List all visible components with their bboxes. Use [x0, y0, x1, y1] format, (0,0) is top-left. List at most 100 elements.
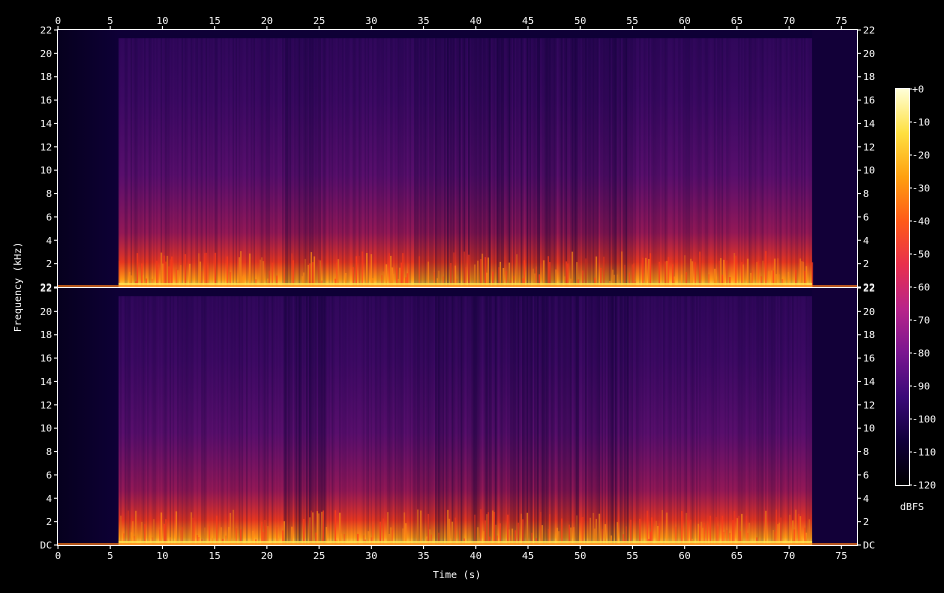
texture-column	[462, 296, 464, 545]
texture-column	[318, 296, 320, 545]
texture-column	[567, 38, 569, 287]
texture-column	[753, 296, 755, 545]
y-tick-label: 14	[40, 377, 52, 388]
texture-column	[403, 38, 406, 287]
texture-column	[508, 296, 511, 545]
texture-column	[789, 296, 791, 545]
texture-column	[703, 38, 706, 287]
texture-column	[525, 296, 527, 545]
energy-column	[526, 512, 529, 545]
colorbar-tick-label: -20	[912, 151, 930, 162]
texture-column	[609, 296, 611, 545]
energy-column	[667, 257, 670, 287]
texture-column	[759, 296, 761, 545]
texture-column	[571, 38, 574, 287]
texture-column	[582, 296, 584, 545]
texture-column	[396, 296, 398, 545]
texture-column	[186, 296, 188, 545]
texture-column	[328, 38, 331, 287]
energy-column	[291, 253, 293, 287]
texture-column	[772, 296, 775, 545]
texture-column	[199, 38, 202, 287]
texture-column	[477, 296, 479, 545]
texture-column	[262, 296, 265, 545]
energy-column	[240, 251, 242, 287]
texture-column	[683, 296, 685, 545]
texture-column	[690, 38, 692, 287]
texture-column	[699, 296, 701, 545]
texture-column	[739, 296, 742, 545]
texture-column	[652, 38, 655, 287]
texture-column	[331, 38, 334, 287]
texture-column	[184, 38, 187, 287]
energy-column	[403, 512, 406, 545]
texture-column	[301, 38, 304, 287]
texture-column	[538, 296, 541, 545]
texture-column	[291, 38, 293, 287]
texture-column	[246, 296, 248, 545]
texture-column	[547, 38, 550, 287]
texture-column	[163, 296, 166, 545]
texture-column	[547, 296, 550, 545]
texture-column	[580, 38, 583, 287]
energy-column	[238, 257, 241, 287]
y-tick-label: 22	[863, 283, 875, 294]
energy-column	[292, 260, 295, 287]
texture-column	[762, 296, 764, 545]
energy-column	[361, 251, 364, 287]
energy-column	[741, 513, 743, 545]
energy-column	[765, 251, 767, 287]
texture-column	[382, 296, 385, 545]
texture-column	[285, 38, 287, 287]
texture-column	[552, 296, 554, 545]
energy-column	[645, 257, 647, 287]
texture-column	[555, 38, 557, 287]
energy-column	[402, 253, 404, 287]
energy-column	[571, 251, 574, 287]
texture-column	[537, 38, 539, 287]
texture-column	[688, 38, 691, 287]
colorbar-tick-label: -80	[912, 349, 930, 360]
texture-column	[567, 296, 569, 545]
texture-column	[150, 38, 152, 287]
texture-column	[696, 38, 698, 287]
colorbar-tick-label: -90	[912, 382, 930, 393]
texture-column	[498, 38, 500, 287]
texture-column	[180, 296, 182, 545]
texture-column	[630, 38, 632, 287]
texture-column	[429, 38, 431, 287]
texture-column	[655, 38, 658, 287]
texture-column	[591, 296, 593, 545]
texture-column	[652, 296, 655, 545]
texture-column	[514, 38, 517, 287]
energy-column	[649, 253, 652, 287]
texture-column	[435, 38, 437, 287]
texture-column	[487, 38, 490, 287]
texture-column	[738, 38, 740, 287]
texture-column	[334, 38, 337, 287]
texture-column	[214, 38, 217, 287]
texture-column	[235, 296, 238, 545]
texture-column	[576, 38, 578, 287]
x-tick-label: 0	[55, 16, 61, 27]
texture-column	[313, 296, 316, 545]
energy-column	[648, 259, 650, 287]
texture-column	[139, 296, 142, 545]
texture-column	[769, 296, 772, 545]
energy-column	[190, 512, 193, 545]
texture-column	[439, 296, 442, 545]
texture-column	[679, 296, 682, 545]
texture-column	[684, 38, 686, 287]
x-tick-label: 60	[679, 16, 691, 27]
texture-column	[526, 38, 529, 287]
texture-column	[333, 38, 335, 287]
channel-panel-2	[57, 29, 858, 288]
y-tick-label: 10	[40, 424, 52, 435]
texture-column	[718, 38, 721, 287]
texture-column	[516, 296, 518, 545]
texture-column	[139, 38, 142, 287]
texture-column	[490, 296, 493, 545]
energy-column	[736, 518, 739, 545]
texture-column	[502, 296, 505, 545]
texture-column	[660, 296, 662, 545]
